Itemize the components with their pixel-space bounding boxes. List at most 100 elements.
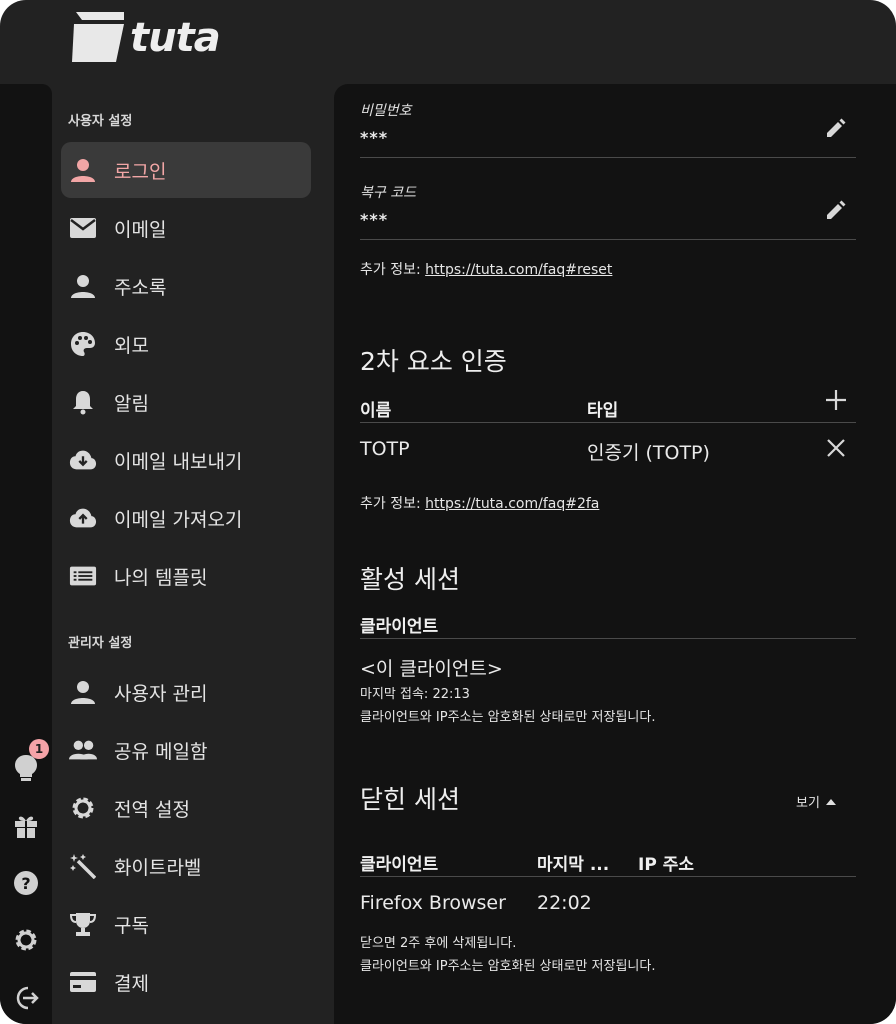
close-icon [827,439,845,457]
nav-item-appearance[interactable]: 외모 [61,316,311,372]
add-2fa-button[interactable] [820,384,852,416]
closed-sessions-toggle[interactable]: 보기 [796,792,836,811]
contacts-icon [69,272,97,300]
active-session-last-access: 마지막 접속: 22:13 [360,687,470,702]
edit-password-button[interactable] [820,112,852,144]
admin-settings-heading: 관리자 설정 [68,636,133,651]
mail-icon [69,214,97,242]
app-window: tuta 1 ? 사용자 설정 로그인 이메일 주소록 외모 알림 이메일 내보… [0,0,896,1024]
nav-item-contacts[interactable]: 주소록 [61,258,311,314]
content-panel: 비밀번호 *** 복구 코드 *** 추가 정보: https://tuta.c… [334,84,896,1024]
closed-row-last: 22:02 [537,892,592,914]
nav-item-subscription[interactable]: 구독 [61,896,311,952]
twofa-info: 추가 정보: https://tuta.com/faq#2fa [360,493,599,513]
gift-button[interactable] [6,806,46,846]
help-button[interactable]: ? [6,863,46,903]
settings-button[interactable] [6,920,46,960]
nav-item-email[interactable]: 이메일 [61,200,311,256]
nav-item-templates[interactable]: 나의 템플릿 [61,548,311,604]
divider [360,638,856,639]
logo-text: tuta [130,15,221,61]
nav-item-label: 이메일 내보내기 [114,450,243,473]
logout-icon [16,986,39,1010]
reset-info: 추가 정보: https://tuta.com/faq#reset [360,259,612,279]
closed-col-client: 클라이언트 [360,855,439,875]
twofa-col-type: 타입 [587,401,619,421]
help-icon: ? [14,871,38,895]
twofa-row-name: TOTP [360,438,410,460]
nav-item-global-settings[interactable]: 전역 설정 [61,780,311,836]
active-session-note: 클라이언트와 IP주소는 암호화된 상태로만 저장됩니다. [360,710,656,725]
twofa-col-name: 이름 [360,401,392,421]
gear-icon [69,794,97,822]
nav-item-login[interactable]: 로그인 [61,142,311,198]
divider [360,422,856,423]
nav-item-label: 이메일 가져오기 [114,508,243,531]
credit-card-icon [69,968,97,996]
closed-sessions-title: 닫힌 세션 [360,785,460,814]
trophy-icon [69,910,97,938]
person-icon [69,678,97,706]
gear-icon [15,929,37,951]
nav-item-label: 나의 템플릿 [114,566,208,589]
closed-note-1: 닫으면 2주 후에 삭제됩니다. [360,936,517,951]
nav-item-shared-mailbox[interactable]: 공유 메일함 [61,722,311,778]
edit-recovery-code-button[interactable] [820,194,852,226]
active-sessions-col-client: 클라이언트 [360,617,439,637]
closed-col-ip: IP 주소 [638,855,694,875]
magic-wand-icon [69,852,97,880]
tuta-logo[interactable]: tuta [72,12,221,64]
plus-icon [826,390,846,410]
logo-mark-icon [72,12,124,62]
nav-item-label: 화이트라벨 [114,856,202,879]
notification-badge: 1 [29,739,49,759]
nav-item-label: 주소록 [114,276,167,299]
palette-icon [69,330,97,358]
nav-item-email-import[interactable]: 이메일 가져오기 [61,490,311,546]
password-value: *** [360,128,389,147]
nav-item-label: 외모 [114,334,149,357]
twofa-faq-link[interactable]: https://tuta.com/faq#2fa [425,496,599,512]
show-label: 보기 [796,796,820,811]
nav-item-label: 사용자 관리 [114,682,208,705]
chevron-up-icon [825,798,836,805]
nav-item-label: 구독 [114,914,149,937]
nav-item-label: 알림 [114,392,149,415]
active-sessions-title: 활성 세션 [360,565,460,594]
logout-button[interactable] [6,978,46,1018]
closed-note-2: 클라이언트와 IP주소는 암호화된 상태로만 저장됩니다. [360,959,656,974]
nav-item-label: 공유 메일함 [114,740,208,763]
divider [360,239,856,240]
people-icon [69,736,97,764]
nav-item-payment[interactable]: 결제 [61,954,311,1010]
closed-row-client: Firefox Browser [360,892,506,914]
nav-item-label: 전역 설정 [114,798,190,821]
closed-col-last: 마지막 ... [537,855,610,875]
nav-item-notifications[interactable]: 알림 [61,374,311,430]
password-label: 비밀번호 [360,103,412,119]
nav-item-whitelabel[interactable]: 화이트라벨 [61,838,311,894]
list-icon [69,562,97,590]
nav-item-label: 로그인 [114,160,167,183]
header: tuta [0,0,896,84]
person-icon [69,156,97,184]
delete-2fa-button[interactable] [820,432,852,464]
user-settings-heading: 사용자 설정 [68,114,133,129]
nav-item-label: 결제 [114,972,149,995]
pencil-icon [827,200,846,219]
pencil-icon [827,118,846,137]
cloud-upload-icon [69,504,97,532]
settings-nav: 사용자 설정 로그인 이메일 주소록 외모 알림 이메일 내보내기 이메일 가져… [52,84,332,1024]
active-session-client: <이 클라이언트> [360,658,503,680]
info-prefix: 추가 정보: [360,496,421,512]
cloud-download-icon [69,446,97,474]
nav-item-user-management[interactable]: 사용자 관리 [61,664,311,720]
nav-item-label: 이메일 [114,218,167,241]
nav-item-email-export[interactable]: 이메일 내보내기 [61,432,311,488]
bell-icon [69,388,97,416]
svg-text:?: ? [21,874,30,893]
divider [360,157,856,158]
reset-faq-link[interactable]: https://tuta.com/faq#reset [425,262,612,278]
info-prefix: 추가 정보: [360,262,421,278]
divider [360,876,856,877]
